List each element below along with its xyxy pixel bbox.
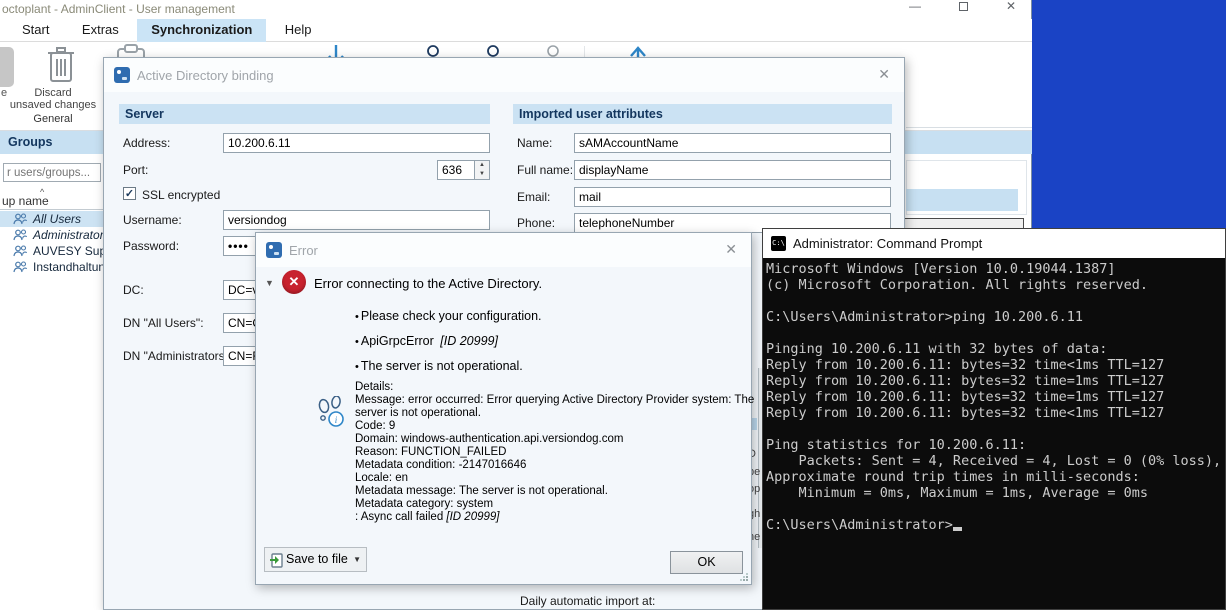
dc-label: DC: <box>123 283 144 297</box>
group-icon <box>13 261 28 273</box>
group-name-column-header[interactable]: up name <box>0 194 103 210</box>
error-icon: ✕ <box>282 270 306 294</box>
console-output[interactable]: Microsoft Windows [Version 10.0.19044.13… <box>766 261 1225 609</box>
collapse-arrow-icon[interactable]: ▼ <box>265 278 274 288</box>
port-spinner[interactable]: ▲▼ <box>474 161 489 179</box>
minimize-button[interactable]: — <box>898 0 932 15</box>
ssl-label: SSL encrypted <box>142 188 220 202</box>
error-dialog-title: Error <box>289 243 318 258</box>
command-prompt-window: C:\ Administrator: Command Prompt Micros… <box>762 228 1226 610</box>
address-field[interactable]: 10.200.6.11 <box>223 133 490 153</box>
cut-off-toolbar-icon[interactable] <box>0 47 14 87</box>
details-trace-icon: i <box>316 396 348 430</box>
error-bullet-2: •ApiGrpcError [ID 20999] <box>355 334 498 348</box>
group-row-label: Administrators <box>33 228 103 242</box>
groups-header-label: Groups <box>0 135 52 149</box>
error-dialog-titlebar: Error ✕ <box>256 233 751 267</box>
port-field[interactable]: 636 ▲▼ <box>437 160 490 180</box>
close-icon[interactable]: ✕ <box>725 241 737 258</box>
email-label: Email: <box>517 190 550 204</box>
phone-label: Phone: <box>517 216 555 230</box>
discard-changes-button[interactable] <box>44 45 78 85</box>
search-input[interactable] <box>3 163 101 182</box>
username-field[interactable]: versiondog <box>223 210 490 230</box>
app-icon <box>266 242 282 258</box>
resize-grip[interactable] <box>740 573 748 581</box>
close-icon[interactable]: ✕ <box>878 66 890 83</box>
error-details-async-line: : Async call failed [ID 20999] <box>355 511 499 523</box>
group-row-auvesy-support[interactable]: AUVESY Suppo <box>0 243 103 259</box>
error-details: Details: Message: error occurred: Error … <box>355 381 775 511</box>
dropdown-arrow-icon[interactable]: ▼ <box>353 555 361 564</box>
error-bullet-1: •Please check your configuration. <box>355 309 542 323</box>
console-cursor <box>953 518 962 531</box>
fullname-label: Full name: <box>517 163 573 177</box>
address-label: Address: <box>123 136 170 150</box>
group-row-label: Instandhaltung <box>33 260 103 274</box>
group-icon <box>13 229 28 241</box>
ok-button[interactable]: OK <box>670 551 743 574</box>
name-label: Name: <box>517 136 552 150</box>
server-section-header: Server <box>119 104 490 124</box>
menu-item-extras[interactable]: Extras <box>68 19 133 42</box>
group-row-label: AUVESY Suppo <box>33 244 103 258</box>
maximize-button[interactable] <box>946 0 980 15</box>
save-to-file-button[interactable]: Save to file ▼ <box>264 547 367 572</box>
cmd-titlebar: C:\ Administrator: Command Prompt <box>763 229 1225 258</box>
error-dialog: Error ✕ ▼ ✕ Error connecting to the Acti… <box>255 232 752 585</box>
cmd-title: Administrator: Command Prompt <box>793 236 982 251</box>
group-row-label: All Users <box>33 212 81 226</box>
ad-dialog-titlebar: Active Directory binding ✕ <box>104 58 904 92</box>
dn-administrators-label: DN "Administrators": <box>123 349 232 363</box>
window-title: octoplant - AdminClient - User managemen… <box>2 2 235 16</box>
toolbar-group-general: General <box>0 113 106 125</box>
port-label: Port: <box>123 163 148 177</box>
error-headline: Error connecting to the Active Directory… <box>314 276 542 291</box>
ad-dialog-title: Active Directory binding <box>137 68 274 83</box>
error-id: [ID 20999] <box>440 334 498 348</box>
username-label: Username: <box>123 213 182 227</box>
menu-item-help[interactable]: Help <box>271 19 326 42</box>
group-row-instandhaltung[interactable]: Instandhaltung <box>0 259 103 275</box>
group-row-administrators[interactable]: Administrators <box>0 227 103 243</box>
close-button[interactable]: ✕ <box>994 0 1028 15</box>
group-row-all-users[interactable]: All Users <box>0 211 103 227</box>
sort-ascending-icon: ^ <box>40 187 44 197</box>
password-label: Password: <box>123 239 179 253</box>
save-file-icon <box>269 552 284 569</box>
fullname-field[interactable]: displayName <box>574 160 891 180</box>
discard-changes-label: Discard unsaved changes <box>0 87 106 111</box>
group-icon <box>13 213 28 225</box>
menu-item-synchronization[interactable]: Synchronization <box>137 19 266 42</box>
email-field[interactable]: mail <box>574 187 891 207</box>
maximize-icon <box>959 2 968 11</box>
group-icon <box>13 245 28 257</box>
right-panel-section-band <box>906 189 1018 211</box>
right-panel-edge <box>906 127 1032 128</box>
dn-all-users-label: DN "All Users": <box>123 316 204 330</box>
trash-icon <box>44 45 78 85</box>
cmd-icon: C:\ <box>771 236 786 251</box>
desktop: octoplant - AdminClient - User managemen… <box>0 0 1226 610</box>
error-bullet-3: •The server is not operational. <box>355 359 523 373</box>
name-field[interactable]: sAMAccountName <box>574 133 891 153</box>
ssl-checkbox[interactable]: ✓ <box>123 187 136 200</box>
save-to-file-label: Save to file <box>286 552 348 566</box>
attributes-section-header: Imported user attributes <box>513 104 892 124</box>
daily-import-label: Daily automatic import at: <box>520 594 655 608</box>
app-icon <box>114 67 130 83</box>
menu-item-start[interactable]: Start <box>8 19 63 42</box>
menu-bar: Start Extras Synchronization Help <box>0 19 1032 42</box>
